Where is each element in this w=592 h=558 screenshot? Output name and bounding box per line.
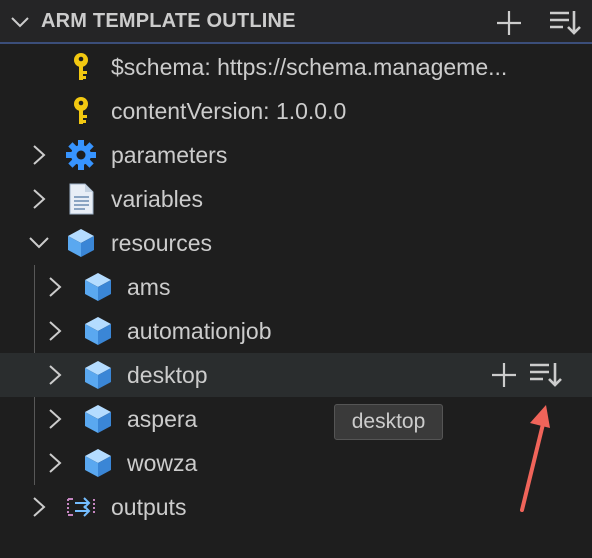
tree-item-label: desktop xyxy=(127,362,208,388)
chevron-right-icon[interactable] xyxy=(30,188,48,215)
cube-icon xyxy=(82,271,114,303)
add-icon[interactable] xyxy=(490,361,518,394)
cube-icon xyxy=(82,403,114,435)
chevron-right-icon[interactable] xyxy=(30,496,48,523)
tree-item-wowza[interactable]: wowza xyxy=(0,441,592,485)
tree-item-resources[interactable]: resources xyxy=(0,221,592,265)
chevron-right-icon[interactable] xyxy=(46,364,64,391)
chevron-right-icon[interactable] xyxy=(46,320,64,347)
tree-item-label: contentVersion: 1.0.0.0 xyxy=(111,98,347,124)
tree-item-outputs[interactable]: outputs xyxy=(0,485,592,529)
tree-item-parameters[interactable]: parameters xyxy=(0,133,592,177)
key-icon xyxy=(65,95,97,127)
tree-item-label: variables xyxy=(111,186,204,212)
outputs-icon xyxy=(65,491,97,523)
chevron-right-icon[interactable] xyxy=(30,144,48,171)
tree-item-aspera[interactable]: aspera xyxy=(0,397,592,441)
tree-item-schema[interactable]: $schema: https://schema.manageme... xyxy=(0,45,592,89)
tree-item-label: outputs xyxy=(111,494,187,520)
tree-item-label: ams xyxy=(127,274,171,300)
chevron-down-icon[interactable] xyxy=(28,232,50,259)
panel-header[interactable]: ARM TEMPLATE OUTLINE xyxy=(0,0,592,44)
chevron-right-icon[interactable] xyxy=(46,452,64,479)
cube-icon xyxy=(65,227,97,259)
tree-item-variables[interactable]: variables xyxy=(0,177,592,221)
sort-icon[interactable] xyxy=(549,9,581,42)
key-icon xyxy=(65,51,97,83)
tree-item-content-version[interactable]: contentVersion: 1.0.0.0 xyxy=(0,89,592,133)
tree-item-automationjob[interactable]: automationjob xyxy=(0,309,592,353)
sort-icon[interactable] xyxy=(529,361,563,394)
tree-item-ams[interactable]: ams xyxy=(0,265,592,309)
chevron-right-icon[interactable] xyxy=(46,276,64,303)
cube-icon xyxy=(82,315,114,347)
tree-item-label: parameters xyxy=(111,142,228,168)
chevron-down-icon[interactable] xyxy=(10,12,30,37)
tree-item-label: automationjob xyxy=(127,318,272,344)
tree-item-label: resources xyxy=(111,230,212,256)
chevron-right-icon[interactable] xyxy=(46,408,64,435)
tree-item-desktop[interactable]: desktop xyxy=(0,353,592,397)
panel-title: ARM TEMPLATE OUTLINE xyxy=(41,10,296,32)
cube-icon xyxy=(82,447,114,479)
tree-item-label: wowza xyxy=(127,450,198,476)
outline-tree: $schema: https://schema.manageme... cont… xyxy=(0,44,592,558)
gear-icon xyxy=(65,139,97,171)
cube-icon xyxy=(82,359,114,391)
file-icon xyxy=(65,183,97,215)
tree-item-label: aspera xyxy=(127,406,198,432)
tree-item-label: $schema: https://schema.manageme... xyxy=(111,54,508,80)
tooltip: desktop xyxy=(334,404,443,440)
add-icon[interactable] xyxy=(495,9,523,42)
